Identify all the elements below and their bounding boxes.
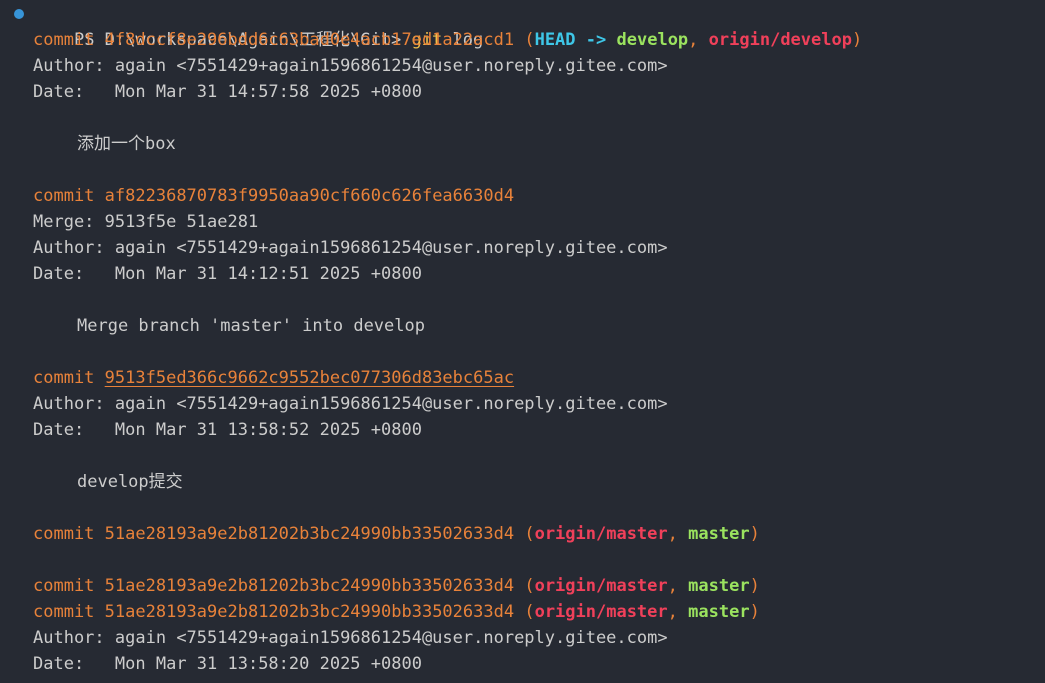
merge-parents: 9513f5e 51ae281 xyxy=(104,212,259,232)
ref-comma: , xyxy=(667,576,678,596)
author-label: Author: xyxy=(33,394,105,414)
commit-line: commit 9513f5ed366c9662c9552bec077306d83… xyxy=(0,365,1045,391)
remote-branch-ref: origin/develop xyxy=(708,30,852,50)
remote-branch-ref: origin/master xyxy=(534,602,668,622)
ref-open-paren: ( xyxy=(524,30,535,50)
date-label: Date: xyxy=(33,82,85,102)
terminal-window[interactable]: PS D:\workspace\Again\工程化\Git> git log c… xyxy=(0,0,1045,683)
commit-message-text: 添加一个box xyxy=(77,134,176,154)
ref-comma: , xyxy=(688,30,699,50)
date-label: Date: xyxy=(33,420,85,440)
date-label: Date: xyxy=(33,654,85,674)
commit-hash-link[interactable]: 9513f5ed366c9662c9552bec077306d83ebc65ac xyxy=(105,368,514,388)
author-line: Author: again <7551429+again1596861254@u… xyxy=(0,235,1045,261)
commit-hash[interactable]: 51ae28193a9e2b81202b3bc24990bb33502633d4 xyxy=(105,524,514,544)
date-value: Mon Mar 31 13:58:52 2025 +0800 xyxy=(114,420,422,440)
ref-close-paren: ) xyxy=(749,576,760,596)
commit-label: commit xyxy=(33,576,95,596)
ref-open-paren: ( xyxy=(524,602,535,622)
date-line: Date: Mon Mar 31 13:58:52 2025 +0800 xyxy=(0,417,1045,443)
merge-label: Merge: xyxy=(33,212,95,232)
author-value: again <7551429+again1596861254@user.nore… xyxy=(114,628,668,648)
local-branch-ref: develop xyxy=(616,30,689,50)
ref-close-paren: ) xyxy=(851,30,863,50)
commit-message: Merge branch 'master' into develop xyxy=(0,313,1045,339)
date-value: Mon Mar 31 14:12:51 2025 +0800 xyxy=(114,264,422,284)
commit-hash[interactable]: 51ae28193a9e2b81202b3bc24990bb33502633d4 xyxy=(105,602,514,622)
author-line: Author: again <7551429+again1596861254@u… xyxy=(0,53,1045,79)
author-label: Author: xyxy=(33,238,105,258)
remote-branch-ref: origin/master xyxy=(534,524,668,544)
ref-close-paren: ) xyxy=(749,524,760,544)
commit-line: commit 51ae28193a9e2b81202b3bc24990bb335… xyxy=(0,599,1045,625)
local-branch-ref: master xyxy=(688,602,750,622)
author-value: again <7551429+again1596861254@user.nore… xyxy=(114,238,668,258)
prompt-status-dot-icon xyxy=(14,9,24,19)
head-ref: HEAD xyxy=(534,30,576,50)
date-label: Date: xyxy=(33,264,85,284)
author-label: Author: xyxy=(33,56,105,76)
author-line: Author: again <7551429+again1596861254@u… xyxy=(0,391,1045,417)
ref-comma: , xyxy=(667,602,678,622)
prompt-line: PS D:\workspace\Again\工程化\Git> git log xyxy=(0,1,1045,50)
commit-line: commit 51ae28193a9e2b81202b3bc24990bb335… xyxy=(0,573,1045,599)
local-branch-ref: master xyxy=(688,576,750,596)
ref-open-paren: ( xyxy=(524,524,535,544)
commit-hash[interactable]: af82236870783f9950aa90cf660c626fea6630d4 xyxy=(105,186,514,206)
date-value: Mon Mar 31 13:58:20 2025 +0800 xyxy=(114,654,422,674)
date-value: Mon Mar 31 14:57:58 2025 +0800 xyxy=(114,82,422,102)
ref-open-paren: ( xyxy=(524,576,535,596)
commit-line: commit 4f8dccf8e296bdd6c63bad0e4acb17ed1… xyxy=(0,27,1045,53)
commit-label: commit xyxy=(33,524,95,544)
ref-close-paren: ) xyxy=(749,602,760,622)
commit-label: commit xyxy=(33,368,95,388)
commit-hash[interactable]: 51ae28193a9e2b81202b3bc24990bb33502633d4 xyxy=(105,576,514,596)
commit-message: 添加一个box xyxy=(0,131,1045,157)
commit-line: commit 51ae28193a9e2b81202b3bc24990bb335… xyxy=(0,521,1045,547)
author-value: again <7551429+again1596861254@user.nore… xyxy=(114,56,668,76)
commit-label: commit xyxy=(33,186,95,206)
commit-hash[interactable]: 4f8dccf8e296bdd6c63bad0e4acb17ed1a22acd1 xyxy=(105,30,514,50)
ref-comma: , xyxy=(667,524,678,544)
commit-label: commit xyxy=(33,30,95,50)
head-arrow: -> xyxy=(585,30,607,50)
date-line: Date: Mon Mar 31 14:57:58 2025 +0800 xyxy=(0,79,1045,105)
commit-label: commit xyxy=(33,602,95,622)
merge-line: Merge: 9513f5e 51ae281 xyxy=(0,209,1045,235)
author-value: again <7551429+again1596861254@user.nore… xyxy=(114,394,668,414)
local-branch-ref: master xyxy=(688,524,750,544)
remote-branch-ref: origin/master xyxy=(534,576,668,596)
author-label: Author: xyxy=(33,628,105,648)
commit-line: commit af82236870783f9950aa90cf660c626fe… xyxy=(0,183,1045,209)
author-line: Author: again <7551429+again1596861254@u… xyxy=(0,625,1045,651)
date-line: Date: Mon Mar 31 14:12:51 2025 +0800 xyxy=(0,261,1045,287)
commit-message-text: Merge branch 'master' into develop xyxy=(77,316,425,336)
date-line: Date: Mon Mar 31 13:58:20 2025 +0800 xyxy=(0,651,1045,677)
commit-message-text: develop提交 xyxy=(77,472,183,492)
commit-message: develop提交 xyxy=(0,469,1045,495)
